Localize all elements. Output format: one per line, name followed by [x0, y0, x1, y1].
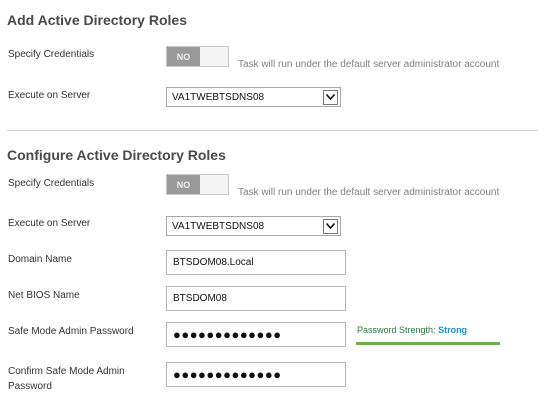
password-strength-value: Strong	[438, 325, 468, 335]
section-divider	[7, 130, 538, 131]
toggle-state-label: NO	[167, 47, 200, 66]
toggle-state-label: NO	[167, 175, 200, 194]
confirm-password-input[interactable]: ●●●●●●●●●●●●●	[166, 362, 346, 387]
confirm-password-label-line2: Password	[8, 381, 52, 392]
safe-mode-password-input[interactable]: ●●●●●●●●●●●●●	[166, 322, 346, 347]
specify-credentials-toggle[interactable]: NO	[166, 174, 229, 195]
domain-name-input[interactable]: BTSDOM08.Local	[166, 250, 346, 275]
domain-name-label: Domain Name	[8, 254, 72, 265]
netbios-name-input[interactable]: BTSDOM08	[166, 286, 346, 311]
credentials-hint: Task will run under the default server a…	[238, 187, 500, 198]
execute-on-server-select[interactable]: VA1TWEBTSDNS08	[166, 216, 341, 236]
configure-section-title: Configure Active Directory Roles	[7, 147, 226, 163]
specify-credentials-label: Specify Credentials	[8, 49, 95, 60]
chevron-down-icon[interactable]	[323, 89, 338, 105]
safe-mode-password-label: Safe Mode Admin Password	[8, 326, 134, 337]
server-select-value: VA1TWEBTSDNS08	[172, 91, 265, 103]
confirm-password-label: Confirm Safe Mode Admin Password	[8, 364, 125, 394]
credentials-hint: Task will run under the default server a…	[238, 59, 500, 70]
netbios-name-label: Net BIOS Name	[8, 290, 80, 301]
chevron-down-icon[interactable]	[323, 218, 338, 234]
execute-on-server-label: Execute on Server	[8, 90, 91, 101]
add-section-title: Add Active Directory Roles	[7, 12, 187, 28]
confirm-password-label-line1: Confirm Safe Mode Admin	[8, 366, 125, 377]
password-strength-indicator: Password Strength: Strong	[357, 325, 467, 335]
specify-credentials-toggle[interactable]: NO	[166, 46, 229, 67]
execute-on-server-label: Execute on Server	[8, 218, 91, 229]
specify-credentials-label: Specify Credentials	[8, 178, 95, 189]
password-strength-bar	[356, 342, 500, 345]
password-strength-label: Password Strength:	[357, 325, 436, 335]
server-select-value: VA1TWEBTSDNS08	[172, 220, 265, 232]
execute-on-server-select[interactable]: VA1TWEBTSDNS08	[166, 87, 341, 107]
